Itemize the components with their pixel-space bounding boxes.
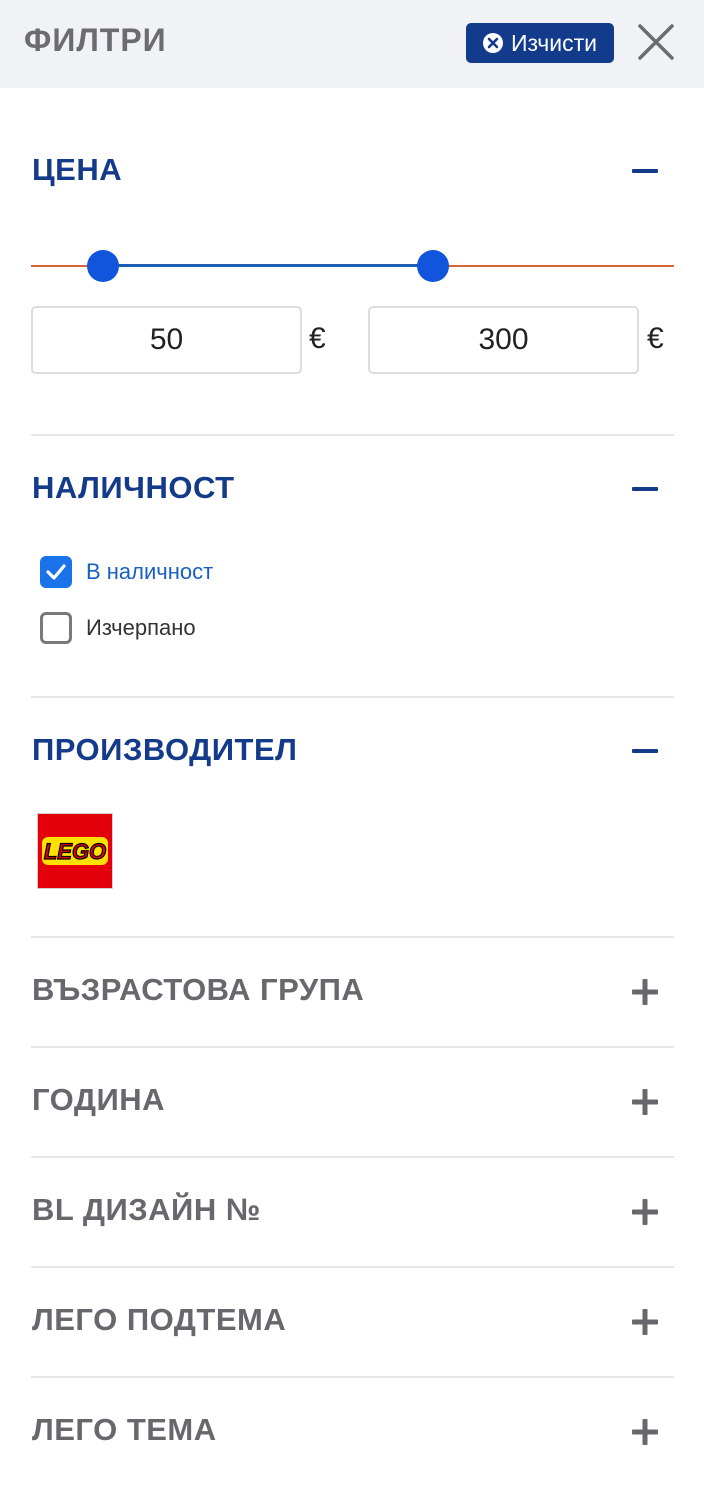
checkbox-empty-icon[interactable] xyxy=(40,612,72,644)
section-title-lego-subtheme[interactable]: ЛЕГО ПОДТЕМА xyxy=(32,1302,286,1338)
price-min-input[interactable] xyxy=(31,306,302,374)
collapse-manufacturer-minus-icon[interactable] xyxy=(630,736,660,766)
expand-age-group-plus-icon[interactable] xyxy=(630,977,660,1007)
price-max-input[interactable] xyxy=(368,306,639,374)
brand-logo-lego[interactable]: LEGO xyxy=(37,813,113,889)
currency-label-min: € xyxy=(309,322,326,355)
section-title-lego-theme[interactable]: ЛЕГО ТЕМА xyxy=(32,1412,217,1448)
section-title-bl-design[interactable]: BL ДИЗАЙН № xyxy=(32,1192,261,1228)
divider xyxy=(31,936,674,938)
divider xyxy=(31,1046,674,1048)
price-slider-min-handle[interactable] xyxy=(87,250,119,282)
divider xyxy=(31,1266,674,1268)
section-title-availability[interactable]: НАЛИЧНОСТ xyxy=(32,470,235,506)
divider xyxy=(31,1376,674,1378)
divider xyxy=(31,1156,674,1158)
clear-filters-button[interactable]: Изчисти xyxy=(466,23,614,63)
close-icon[interactable] xyxy=(636,22,676,62)
expand-year-plus-icon[interactable] xyxy=(630,1087,660,1117)
currency-label-max: € xyxy=(647,322,664,355)
expand-lego-subtheme-plus-icon[interactable] xyxy=(630,1307,660,1337)
price-slider-range xyxy=(103,264,433,267)
option-label-in-stock: В наличност xyxy=(86,559,214,584)
svg-text:LEGO: LEGO xyxy=(44,839,106,864)
checkbox-checked-icon[interactable] xyxy=(40,556,72,588)
section-title-age-group[interactable]: ВЪЗРАСТОВА ГРУПА xyxy=(32,972,364,1008)
option-sold-out[interactable]: Изчерпано xyxy=(40,612,196,644)
divider xyxy=(31,696,674,698)
option-in-stock[interactable]: В наличност xyxy=(40,556,213,588)
expand-bl-design-plus-icon[interactable] xyxy=(630,1197,660,1227)
section-title-manufacturer[interactable]: ПРОИЗВОДИТЕЛ xyxy=(32,732,297,768)
filters-header: ФИЛТРИ Изчисти xyxy=(0,0,704,88)
collapse-availability-minus-icon[interactable] xyxy=(630,474,660,504)
clear-filters-label: Изчисти xyxy=(510,29,598,56)
collapse-price-minus-icon[interactable] xyxy=(630,156,660,186)
divider xyxy=(31,434,674,436)
filters-title: ФИЛТРИ xyxy=(24,22,167,58)
section-title-year[interactable]: ГОДИНА xyxy=(32,1082,165,1118)
section-title-price[interactable]: ЦЕНА xyxy=(32,152,122,188)
clear-icon xyxy=(482,33,503,53)
expand-lego-theme-plus-icon[interactable] xyxy=(630,1417,660,1447)
price-slider-max-handle[interactable] xyxy=(417,250,449,282)
option-label-sold-out: Изчерпано xyxy=(86,615,196,640)
